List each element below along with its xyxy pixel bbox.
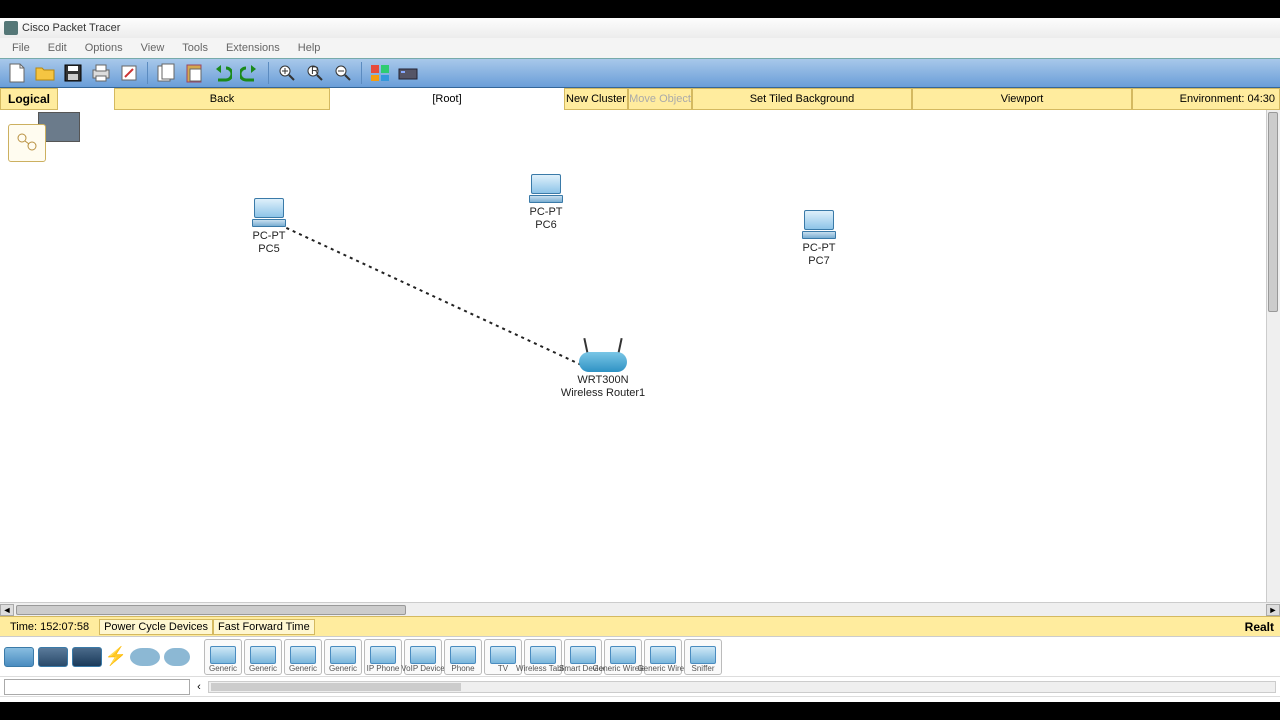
redo-icon[interactable] — [237, 60, 263, 86]
zoom-in-icon[interactable] — [274, 60, 300, 86]
category-miscellaneous-icon[interactable] — [130, 648, 160, 666]
environment-button[interactable]: Environment: 04:30 — [1132, 88, 1280, 110]
zoom-out-icon[interactable] — [330, 60, 356, 86]
print-icon[interactable] — [88, 60, 114, 86]
scroll-left-icon[interactable]: ‹ — [194, 681, 204, 693]
menu-options[interactable]: Options — [77, 40, 131, 56]
palette-item-voip-device-5[interactable]: VoIP Device — [404, 639, 442, 675]
undo-icon[interactable] — [209, 60, 235, 86]
menu-view[interactable]: View — [133, 40, 173, 56]
back-button[interactable]: Back — [114, 88, 330, 110]
activity-wizard-icon[interactable] — [116, 60, 142, 86]
realtime-tab[interactable]: Realt — [1245, 620, 1280, 634]
canvas-scrollbar-horizontal[interactable]: ◄ ► — [0, 602, 1280, 616]
workspace-bar: Logical Back [Root] New Cluster Move Obj… — [0, 88, 1280, 110]
palette-item-generic-wired-11[interactable]: Generic Wired — [644, 639, 682, 675]
menu-edit[interactable]: Edit — [40, 40, 75, 56]
new-file-icon[interactable] — [4, 60, 30, 86]
app-window: Cisco Packet Tracer File Edit Options Vi… — [0, 18, 1280, 702]
custom-devices-icon[interactable] — [395, 60, 421, 86]
palette-item-wireless-tablet-8[interactable]: Wireless Tablet — [524, 639, 562, 675]
new-cluster-button[interactable]: New Cluster — [564, 88, 628, 110]
menu-help[interactable]: Help — [290, 40, 329, 56]
palette-item-phone-6[interactable]: Phone — [444, 639, 482, 675]
svg-text:R: R — [311, 65, 319, 77]
device-filter-row: ‹ — [0, 676, 1280, 696]
cluster-tool-icon[interactable] — [8, 124, 46, 162]
category-network-devices-icon[interactable] — [4, 647, 34, 667]
palette-scrollbar[interactable] — [208, 681, 1276, 693]
device-filter-input[interactable] — [4, 679, 190, 695]
power-cycle-button[interactable]: Power Cycle Devices — [99, 619, 213, 635]
palette-item-generic-3[interactable]: Generic — [324, 639, 362, 675]
wireless-router-icon — [579, 344, 627, 372]
device-category-row: ⚡ GenericGenericGenericGenericIP PhoneVo… — [0, 636, 1280, 676]
set-tiled-background-button[interactable]: Set Tiled Background — [692, 88, 912, 110]
palette-item-ip-phone-4[interactable]: IP Phone — [364, 639, 402, 675]
palette-icon[interactable] — [367, 60, 393, 86]
main-toolbar: R — [0, 58, 1280, 88]
app-title: Cisco Packet Tracer — [22, 22, 120, 34]
menu-file[interactable]: File — [4, 40, 38, 56]
category-end-devices-icon[interactable] — [38, 647, 68, 667]
move-object-button[interactable]: Move Object — [628, 88, 692, 110]
menu-tools[interactable]: Tools — [174, 40, 216, 56]
device-wireless-router1[interactable]: WRT300NWireless Router1 — [556, 344, 650, 400]
device-pc6[interactable]: PC-PTPC6 — [529, 174, 563, 232]
palette-item-generic-0[interactable]: Generic — [204, 639, 242, 675]
menubar: File Edit Options View Tools Extensions … — [0, 38, 1280, 58]
palette-item-sniffer-12[interactable]: Sniffer — [684, 639, 722, 675]
save-icon[interactable] — [60, 60, 86, 86]
copy-icon[interactable] — [153, 60, 179, 86]
open-folder-icon[interactable] — [32, 60, 58, 86]
paste-icon[interactable] — [181, 60, 207, 86]
pc-icon — [252, 198, 286, 228]
logical-workspace[interactable]: PC-PTPC5 PC-PTPC6 PC-PTPC7 WRT300NWirele… — [0, 110, 1280, 602]
fast-forward-button[interactable]: Fast Forward Time — [213, 619, 315, 635]
palette-item-generic-2[interactable]: Generic — [284, 639, 322, 675]
category-multiuser-icon[interactable] — [164, 648, 190, 666]
pc-icon — [802, 210, 836, 240]
realtime-bar: Time: 152:07:58 Power Cycle Devices Fast… — [0, 616, 1280, 636]
device-pc5[interactable]: PC-PTPC5 — [252, 198, 286, 256]
cluster-path[interactable]: [Root] — [330, 88, 564, 110]
status-footer — [0, 696, 1280, 702]
palette-item-generic-1[interactable]: Generic — [244, 639, 282, 675]
palette-item-generic-wireless-10[interactable]: Generic Wireless — [604, 639, 642, 675]
category-connections-icon[interactable]: ⚡ — [106, 644, 126, 670]
canvas-scrollbar-vertical[interactable] — [1266, 110, 1280, 602]
logical-tab[interactable]: Logical — [0, 88, 58, 110]
menu-extensions[interactable]: Extensions — [218, 40, 288, 56]
category-components-icon[interactable] — [72, 647, 102, 667]
pc-icon — [529, 174, 563, 204]
viewport-button[interactable]: Viewport — [912, 88, 1132, 110]
titlebar: Cisco Packet Tracer — [0, 18, 1280, 38]
device-pc7[interactable]: PC-PTPC7 — [802, 210, 836, 268]
app-icon — [4, 21, 18, 35]
sim-time: Time: 152:07:58 — [0, 621, 99, 633]
zoom-reset-icon[interactable]: R — [302, 60, 328, 86]
